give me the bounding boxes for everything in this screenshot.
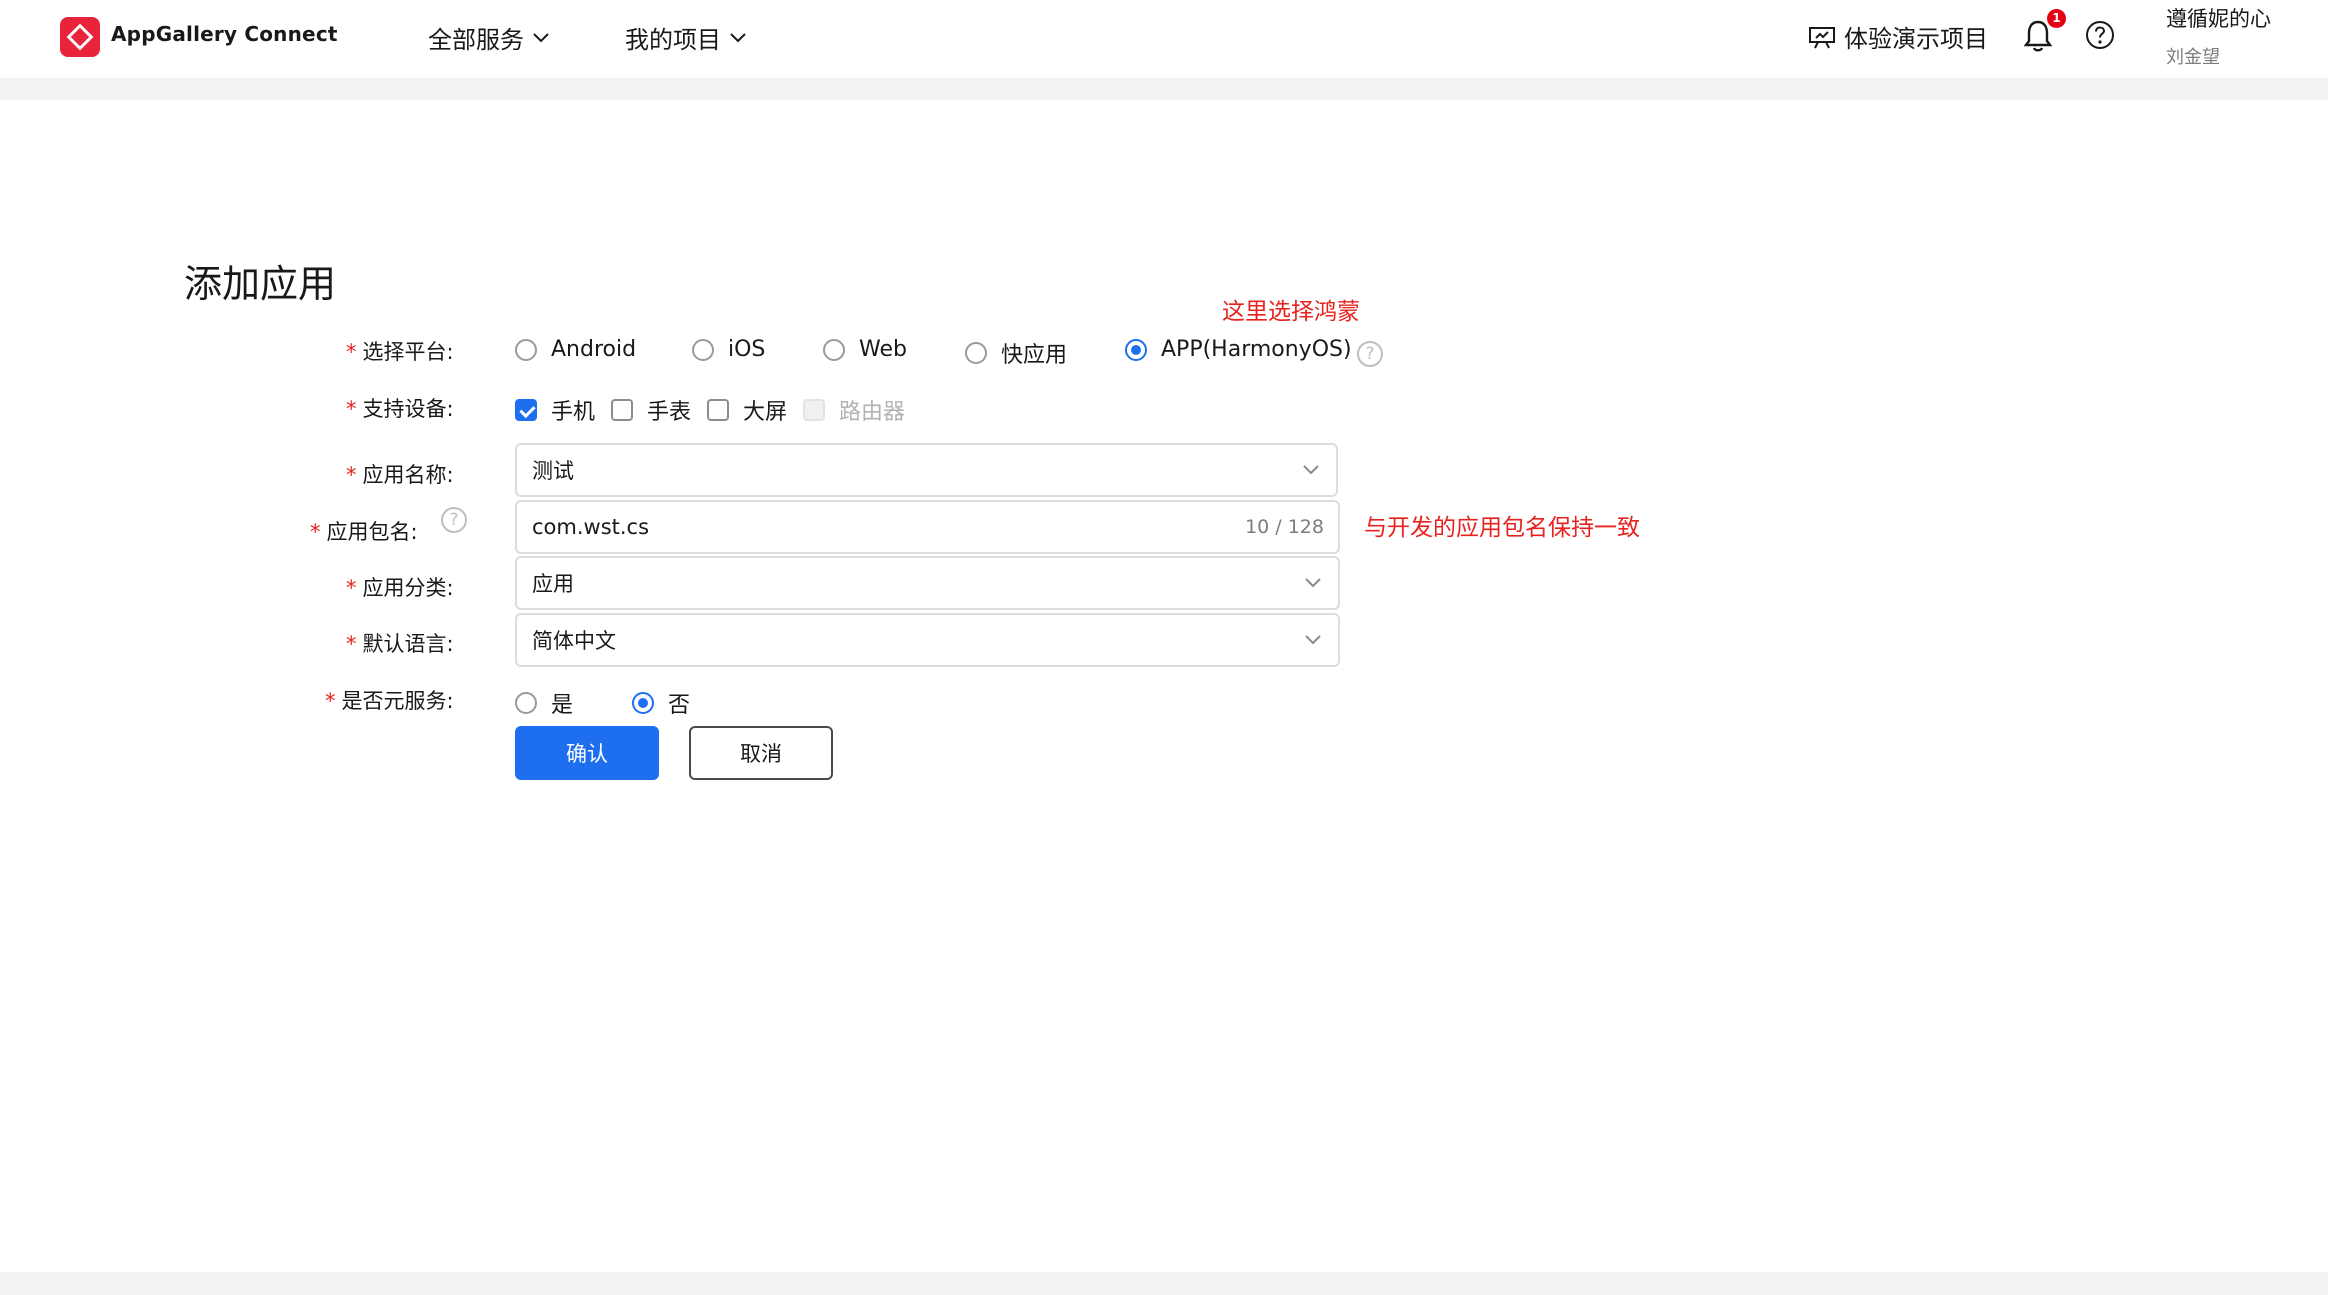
app-name-value: 测试 — [532, 459, 574, 483]
category-value: 应用 — [532, 572, 574, 596]
device-option-label: 路由器 — [839, 400, 906, 425]
language-value: 简体中文 — [532, 629, 616, 653]
appgallery-logo-icon[interactable] — [60, 17, 100, 57]
platform-label: * 选择平台: — [346, 336, 454, 366]
platform-option-android[interactable]: Android — [515, 337, 636, 362]
platform-option-label: Web — [859, 337, 907, 362]
cancel-button[interactable]: 取消 — [689, 726, 833, 780]
radio-button[interactable] — [823, 338, 845, 361]
device-option-router: 路由器 — [803, 394, 905, 426]
checkbox[interactable] — [707, 399, 729, 421]
platform-option-label: APP(HarmonyOS) — [1161, 337, 1352, 362]
platform-help-icon[interactable]: ? — [1357, 341, 1383, 367]
category-select[interactable]: 应用 — [515, 556, 1340, 610]
account-real-name: 刘金望 — [2166, 47, 2220, 68]
notification-badge: 1 — [2047, 9, 2066, 28]
checkbox-checked[interactable] — [515, 399, 537, 421]
device-option-label: 手机 — [551, 400, 596, 425]
meta-service-option-yes[interactable]: 是 — [515, 687, 573, 719]
nav-my-projects[interactable]: 我的项目 — [625, 20, 747, 55]
language-label: * 默认语言: — [346, 628, 454, 658]
radio-button[interactable] — [965, 342, 987, 364]
app-name-label: * 应用名称: — [346, 459, 454, 489]
radio-button-selected[interactable] — [1125, 338, 1147, 361]
required-mark: * — [346, 397, 357, 421]
demo-project-label: 体验演示项目 — [1844, 25, 1988, 53]
radio-button[interactable] — [515, 338, 537, 361]
radio-button[interactable] — [515, 692, 537, 714]
platform-option-label: 快应用 — [1001, 343, 1068, 368]
platform-label-text: 选择平台: — [362, 340, 454, 364]
checkbox[interactable] — [611, 399, 633, 421]
account-username[interactable]: 遵循妮的心 — [2166, 3, 2271, 33]
page-title: 添加应用 — [184, 262, 337, 306]
chevron-down-icon — [1303, 465, 1319, 475]
language-label-text: 默认语言: — [362, 632, 454, 656]
required-mark: * — [346, 576, 357, 600]
presentation-icon — [1809, 26, 1835, 48]
required-mark: * — [310, 520, 321, 544]
nav-all-services-label: 全部服务 — [428, 26, 524, 54]
confirm-button[interactable]: 确认 — [515, 726, 659, 780]
category-label: * 应用分类: — [346, 572, 454, 602]
chevron-down-icon — [730, 32, 746, 42]
package-name-annotation: 与开发的应用包名保持一致 — [1364, 515, 1640, 541]
package-name-label: * 应用包名: — [310, 516, 418, 546]
language-select[interactable]: 简体中文 — [515, 613, 1340, 667]
nav-my-projects-label: 我的项目 — [625, 26, 721, 54]
help-icon[interactable] — [2085, 20, 2115, 50]
required-mark: * — [346, 340, 357, 364]
device-option-screen[interactable]: 大屏 — [707, 394, 787, 426]
app-name-label-text: 应用名称: — [362, 463, 454, 487]
app-name-select[interactable]: 测试 — [515, 443, 1338, 497]
meta-service-option-no[interactable]: 否 — [632, 687, 690, 719]
meta-service-label-text: 是否元服务: — [341, 689, 454, 713]
platform-option-label: Android — [551, 337, 637, 362]
top-navigation-bar: AppGallery Connect 全部服务 我的项目 体验演示项目 1 遵循… — [0, 0, 2328, 78]
meta-service-option-label: 是 — [551, 693, 574, 718]
package-name-label-text: 应用包名: — [326, 520, 418, 544]
required-mark: * — [325, 689, 336, 713]
brand-name[interactable]: AppGallery Connect — [111, 22, 338, 46]
required-mark: * — [346, 463, 357, 487]
chevron-down-icon — [1305, 578, 1321, 588]
package-name-value: com.wst.cs — [532, 515, 650, 539]
checkbox-disabled — [803, 399, 825, 421]
chevron-down-icon — [533, 32, 549, 42]
chevron-down-icon — [1305, 635, 1321, 645]
category-label-text: 应用分类: — [362, 576, 454, 600]
devices-label: * 支持设备: — [346, 393, 454, 423]
package-name-input[interactable]: com.wst.cs 10 / 128 — [515, 500, 1340, 554]
platform-option-label: iOS — [728, 337, 766, 362]
package-name-help-icon[interactable]: ? — [441, 507, 467, 533]
device-option-phone[interactable]: 手机 — [515, 394, 595, 426]
device-option-label: 大屏 — [743, 400, 788, 425]
devices-label-text: 支持设备: — [362, 397, 454, 421]
demo-project-link[interactable]: 体验演示项目 — [1808, 19, 1988, 54]
platform-option-harmonyos[interactable]: APP(HarmonyOS) — [1125, 337, 1352, 362]
nav-all-services[interactable]: 全部服务 — [428, 20, 550, 55]
add-app-card: 添加应用 这里选择鸿蒙 * 选择平台: Android iOS Web 快应用 A… — [0, 100, 2328, 1272]
required-mark: * — [346, 632, 357, 656]
platform-option-web[interactable]: Web — [823, 337, 907, 362]
radio-button[interactable] — [692, 338, 714, 361]
meta-service-option-label: 否 — [668, 693, 691, 718]
package-name-counter: 10 / 128 — [1245, 516, 1324, 538]
platform-option-ios[interactable]: iOS — [692, 337, 765, 362]
platform-option-quickapp[interactable]: 快应用 — [965, 337, 1067, 369]
radio-button-selected[interactable] — [632, 692, 654, 714]
device-option-label: 手表 — [647, 400, 692, 425]
platform-annotation: 这里选择鸿蒙 — [1222, 299, 1360, 325]
meta-service-label: * 是否元服务: — [325, 685, 454, 715]
device-option-watch[interactable]: 手表 — [611, 394, 691, 426]
